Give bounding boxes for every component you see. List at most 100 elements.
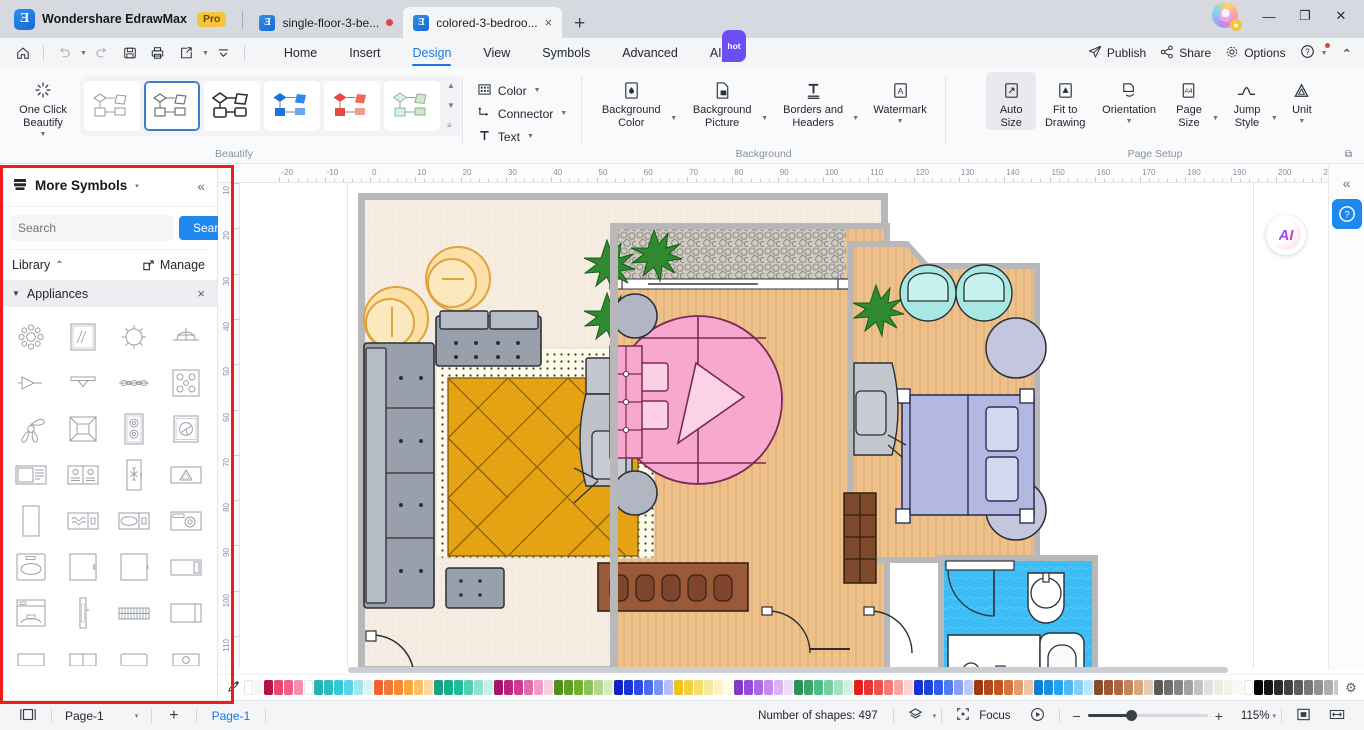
symbol-radiator[interactable] [110, 591, 160, 635]
color-swatch[interactable] [904, 680, 913, 695]
chevron-down-icon[interactable]: ▼ [534, 87, 541, 94]
library-section-appliances[interactable]: ▼ Appliances × [0, 280, 217, 307]
help-center-button[interactable]: ? [1331, 199, 1362, 229]
color-swatch[interactable] [444, 680, 453, 695]
color-swatch[interactable] [804, 680, 813, 695]
color-swatch[interactable] [774, 680, 783, 695]
symbol-stove-burners[interactable] [161, 361, 211, 405]
symbol-cabinet-plain[interactable] [110, 545, 160, 589]
color-swatch[interactable] [1104, 680, 1113, 695]
color-swatch[interactable] [1204, 680, 1213, 695]
color-swatch[interactable] [1284, 680, 1293, 695]
zoom-caret-icon[interactable]: ▾ [1272, 712, 1276, 720]
color-swatch[interactable] [614, 680, 623, 695]
symbol-extra-2[interactable] [58, 637, 108, 681]
color-swatch[interactable] [584, 680, 593, 695]
color-swatch[interactable] [1304, 680, 1313, 695]
color-swatch[interactable] [1134, 680, 1143, 695]
library-label[interactable]: Library [12, 258, 50, 272]
color-swatch[interactable] [334, 680, 343, 695]
color-swatch[interactable] [1194, 680, 1203, 695]
color-swatch[interactable] [524, 680, 533, 695]
connector-button[interactable]: Connector ▼ [473, 103, 571, 124]
color-swatch[interactable] [564, 680, 573, 695]
focus-label[interactable]: Focus [979, 710, 1020, 722]
color-swatch[interactable] [274, 680, 283, 695]
color-swatch[interactable] [704, 680, 713, 695]
color-swatch[interactable] [1214, 680, 1223, 695]
color-swatch[interactable] [1234, 680, 1243, 695]
gallery-scroll-down-icon[interactable]: ▼ [447, 101, 455, 111]
color-swatch[interactable] [884, 680, 893, 695]
color-swatch[interactable] [1144, 680, 1153, 695]
unit-button[interactable]: Unit ▼ [1280, 72, 1324, 125]
color-swatch[interactable] [514, 680, 523, 695]
search-input[interactable] [18, 221, 173, 235]
color-swatch[interactable] [384, 680, 393, 695]
share-button[interactable]: Share [1160, 45, 1211, 62]
symbol-water-heater[interactable] [58, 591, 108, 635]
symbol-ceiling-light[interactable] [110, 315, 160, 359]
chevron-down-icon[interactable]: ▼ [1298, 118, 1305, 125]
color-swatch[interactable] [1254, 680, 1263, 695]
beautify-style-5[interactable] [324, 81, 380, 131]
canvas-horizontal-scroll-track[interactable] [240, 665, 1340, 673]
floor-plan-drawing[interactable] [348, 183, 1253, 668]
beautify-style-6[interactable] [384, 81, 440, 131]
color-swatch[interactable] [284, 680, 293, 695]
chevron-down-icon[interactable]: ▾ [135, 182, 139, 190]
horizontal-ruler[interactable]: -20 -10 0 10 20 30 40 50 60 70 80 90 100 110 120 130 140… [218, 165, 1364, 183]
menu-symbols[interactable]: Symbols [526, 38, 606, 68]
color-swatch[interactable] [424, 680, 433, 695]
color-swatch[interactable] [1274, 680, 1283, 695]
layers-icon[interactable] [899, 707, 932, 725]
color-swatch[interactable] [834, 680, 843, 695]
menu-insert[interactable]: Insert [333, 38, 396, 68]
symbol-range-hood[interactable] [161, 453, 211, 497]
color-swatch[interactable] [754, 680, 763, 695]
collapse-panel-icon[interactable]: « [197, 178, 205, 194]
text-button[interactable]: Text ▼ [473, 126, 571, 147]
chevron-down-icon[interactable]: ▼ [897, 118, 904, 125]
chevron-down-icon[interactable]: ▼ [12, 289, 20, 298]
color-swatch[interactable] [1174, 680, 1183, 695]
symbol-refrigerator[interactable] [6, 499, 56, 543]
color-swatch[interactable] [414, 680, 423, 695]
help-caret-icon[interactable]: ▼ [1321, 50, 1328, 57]
beautify-style-2[interactable] [144, 81, 200, 131]
zoom-in-button[interactable]: + [1215, 708, 1223, 724]
color-swatch[interactable] [254, 680, 263, 695]
gallery-scroll-up-icon[interactable]: ▲ [447, 81, 455, 91]
color-swatches[interactable] [244, 680, 1338, 695]
color-swatch[interactable] [1044, 680, 1053, 695]
fit-page-icon[interactable] [1287, 707, 1320, 725]
color-swatch[interactable] [1054, 680, 1063, 695]
gallery-expand-icon[interactable]: ≡ [447, 121, 455, 131]
color-swatch[interactable] [764, 680, 773, 695]
page-setup-dialog-launcher[interactable]: ⧉ [1345, 149, 1352, 160]
color-swatch[interactable] [854, 680, 863, 695]
color-swatch[interactable] [434, 680, 443, 695]
symbol-dishwasher[interactable] [161, 591, 211, 635]
canvas-horizontal-scrollbar[interactable] [348, 667, 1228, 673]
symbol-washer-top-load[interactable] [6, 545, 56, 589]
symbol-double-stove[interactable] [58, 453, 108, 497]
menu-view[interactable]: View [467, 38, 526, 68]
zoom-track[interactable] [1087, 710, 1208, 721]
page-size-button[interactable]: A4 Page Size [1164, 72, 1214, 130]
add-page-button[interactable]: + [157, 707, 190, 725]
color-swatch[interactable] [1264, 680, 1273, 695]
color-swatch[interactable] [844, 680, 853, 695]
symbol-microwave[interactable] [161, 545, 211, 589]
symbol-sink-double[interactable] [58, 499, 108, 543]
color-swatch[interactable] [1024, 680, 1033, 695]
color-swatch[interactable] [324, 680, 333, 695]
auto-size-button[interactable]: Auto Size [986, 72, 1037, 130]
page-view-icon[interactable] [10, 708, 46, 724]
chevron-down-icon[interactable]: ▼ [40, 131, 47, 138]
symbol-extra-3[interactable] [110, 637, 160, 681]
borders-and-headers-button[interactable]: Borders and Headers [770, 72, 856, 130]
color-swatch[interactable] [1294, 680, 1303, 695]
color-swatch[interactable] [934, 680, 943, 695]
beautify-style-3[interactable] [204, 81, 260, 131]
